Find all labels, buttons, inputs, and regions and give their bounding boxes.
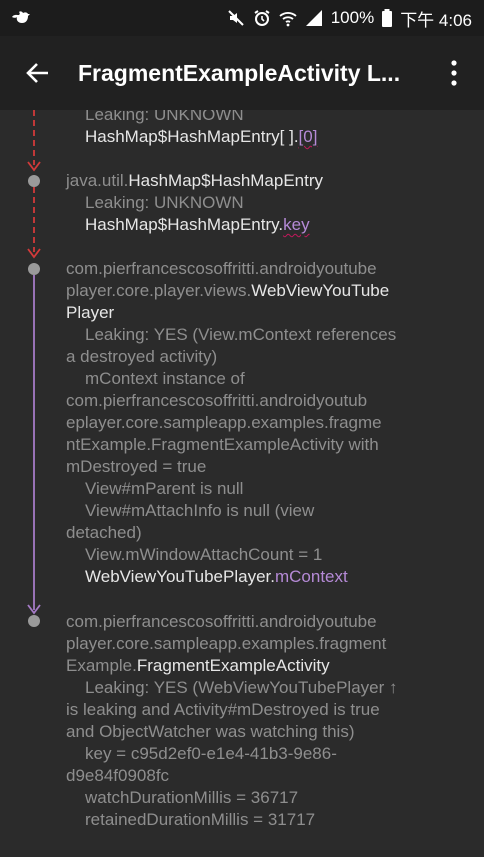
trace-node [28, 263, 40, 275]
parent-status: View#mParent is null [85, 479, 244, 498]
trace-entry-hashmap-array: Leaking: UNKNOWN HashMap$HashMapEntry[ ]… [66, 110, 426, 148]
watch-duration: watchDurationMillis = 36717 [85, 788, 299, 807]
context-line: mDestroyed = true [66, 457, 207, 476]
class-name-line: Example.FragmentExampleActivity [66, 655, 426, 677]
context-line: eplayer.core.sampleapp.examples.fragme [66, 413, 382, 432]
class-name: WebViewYouTube [251, 281, 390, 300]
overflow-menu-icon[interactable] [446, 59, 462, 87]
package-name: player.core.sampleapp.examples.fragment [66, 634, 387, 653]
alarm-icon [254, 10, 270, 26]
package-name: player.core.player.views. [66, 281, 252, 300]
attach-info-status: detached) [66, 523, 142, 542]
reference-class: HashMap$HashMapEntry. [85, 215, 284, 234]
battery-icon [382, 9, 393, 27]
app-toolbar: FragmentExampleActivity L... [0, 36, 484, 110]
leak-trace-view[interactable]: Leaking: UNKNOWN HashMap$HashMapEntry[ ]… [0, 110, 484, 857]
attach-info-status: View#mAttachInfo is null (view [85, 501, 315, 520]
reference-field: mContext [274, 567, 348, 586]
screen-title: FragmentExampleActivity L... [78, 60, 401, 86]
wifi-icon [279, 12, 297, 27]
trace-node [28, 175, 40, 187]
reference-field: [0] [298, 127, 318, 146]
status-right: 100% 下午 4:06 [227, 7, 472, 30]
attach-count: View.mWindowAttachCount = 1 [85, 545, 323, 564]
package-name: com.pierfrancescosoffritti.androidyoutub… [66, 259, 377, 278]
trace-entry-webview: com.pierfrancescosoffritti.androidyoutub… [66, 258, 426, 588]
watch-key: key = c95d2ef0-e1e4-41b3-9e86- [85, 744, 337, 763]
back-arrow-icon[interactable] [24, 60, 50, 86]
trace-entry-activity: com.pierfrancescosoffritti.androidyoutub… [66, 611, 426, 831]
leaking-status: Leaking: YES (WebViewYouTubePlayer ↑ [85, 678, 398, 697]
class-name: HashMap$HashMapEntry [128, 171, 324, 190]
reference-class: HashMap$HashMapEntry[ ]. [85, 127, 299, 146]
class-name: FragmentExampleActivity [136, 656, 330, 675]
context-line: mContext instance of [85, 369, 245, 388]
class-name-line: player.core.player.views.WebViewYouTube [66, 280, 426, 302]
leaking-status: Leaking: YES (View.mContext references [85, 325, 397, 344]
leaking-status: Leaking: UNKNOWN [85, 110, 244, 124]
clock: 下午 4:06 [400, 10, 472, 30]
bird-app-icon [12, 11, 30, 23]
reference-line: WebViewYouTubePlayer.mContext [66, 566, 426, 588]
reference-field: key [283, 215, 310, 234]
retained-duration: retainedDurationMillis = 31717 [85, 810, 316, 829]
signal-icon [305, 10, 322, 26]
package-name: Example. [66, 656, 137, 675]
leaking-reason: is leaking and Activity#mDestroyed is tr… [66, 700, 380, 719]
reference-class: WebViewYouTubePlayer. [85, 567, 275, 586]
context-line: com.pierfrancescosoffritti.androidyoutub [66, 391, 368, 410]
leaking-status: Leaking: UNKNOWN [85, 193, 244, 212]
trace-node [28, 615, 40, 627]
watch-key: d9e84f0908fc [66, 766, 170, 785]
status-bar: 100% 下午 4:06 [0, 0, 484, 36]
reference-line: HashMap$HashMapEntry.key [66, 214, 426, 236]
class-name-line: java.util.HashMap$HashMapEntry [66, 170, 426, 192]
package-name: com.pierfrancescosoffritti.androidyoutub… [66, 612, 377, 631]
package-name: java.util. [66, 171, 129, 190]
mute-icon [227, 10, 244, 26]
class-name: Player [66, 303, 115, 322]
leaking-reason: a destroyed activity) [66, 347, 218, 366]
reference-line: HashMap$HashMapEntry[ ].[0] [66, 126, 426, 148]
trace-entry-hashmap-entry: java.util.HashMap$HashMapEntry Leaking: … [66, 170, 426, 236]
leaking-reason: and ObjectWatcher was watching this) [66, 722, 355, 741]
context-line: ntExample.FragmentExampleActivity with [66, 435, 379, 454]
battery-level: 100% [330, 8, 375, 27]
